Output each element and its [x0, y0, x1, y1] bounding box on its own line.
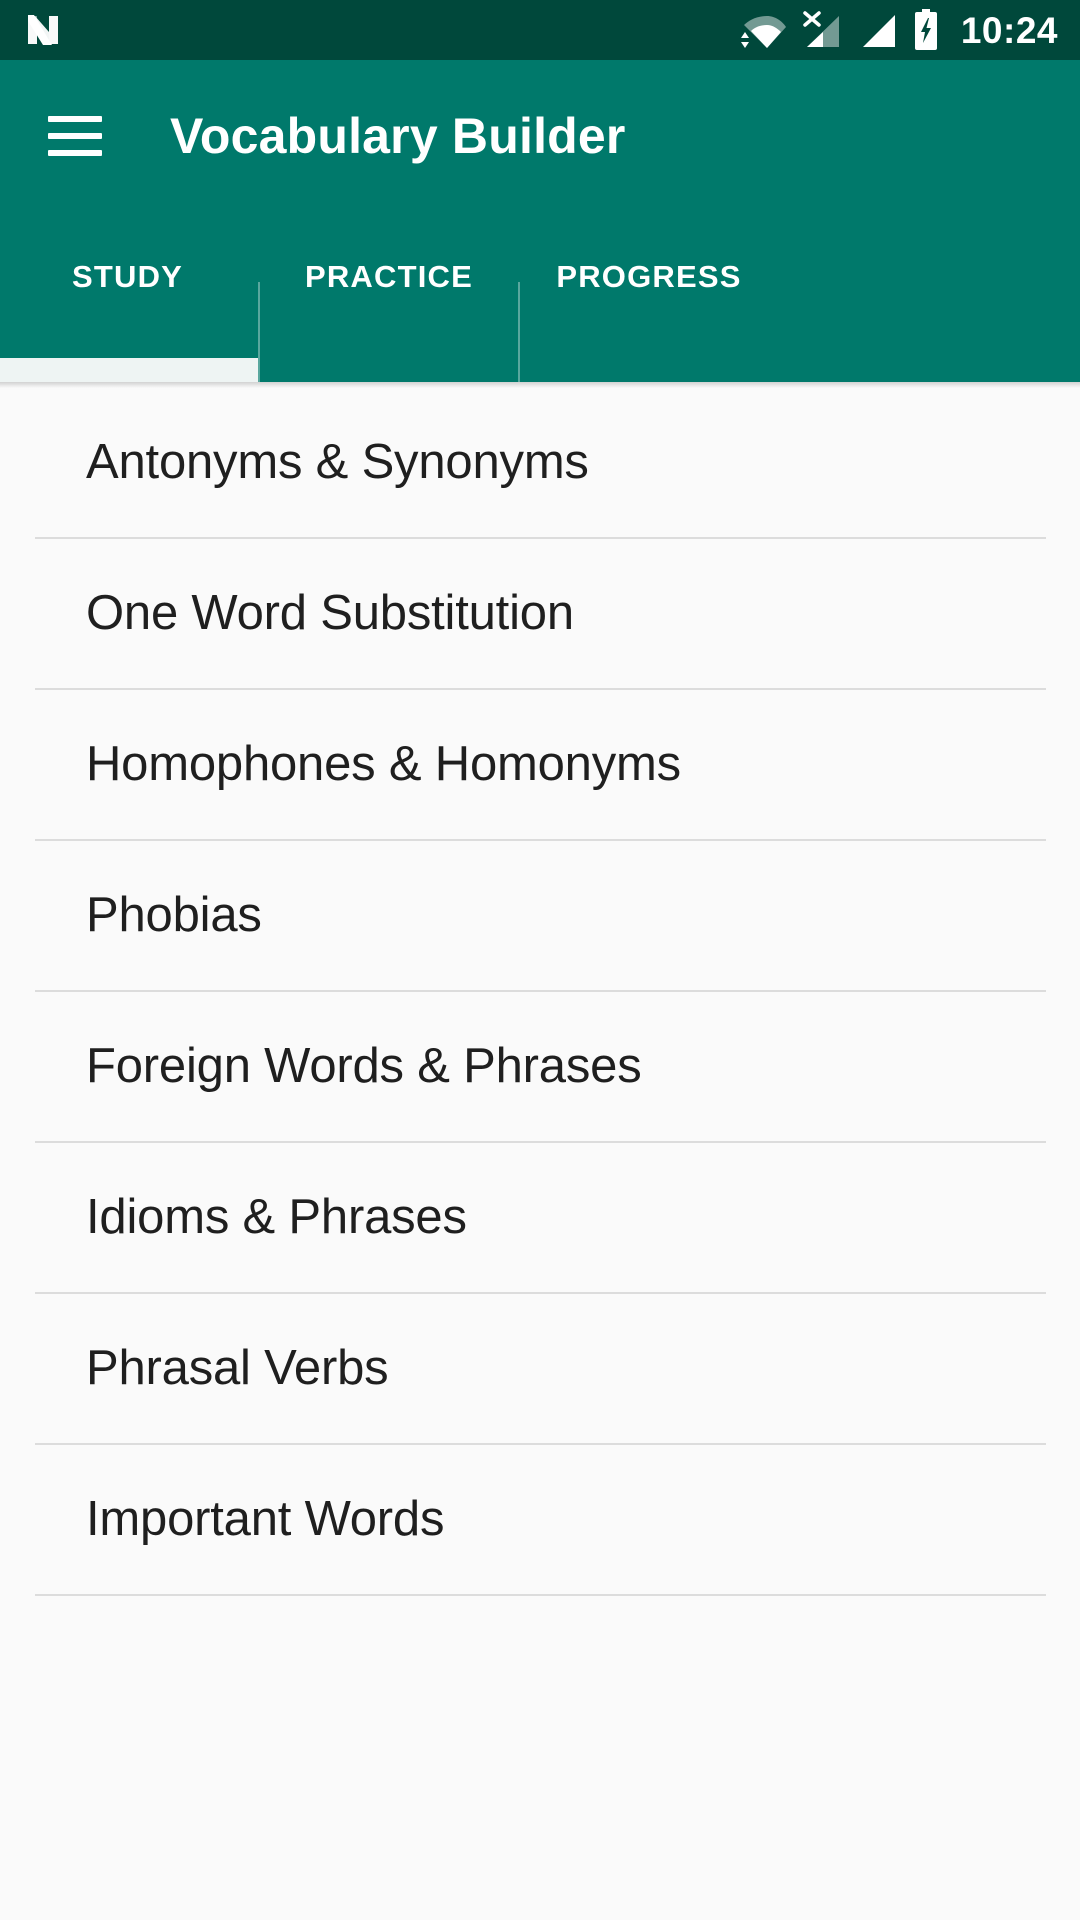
hamburger-bar-1: [48, 116, 102, 122]
cellular-signal-icon: [857, 10, 899, 50]
list-item[interactable]: Important Words: [0, 1445, 1080, 1594]
status-bar-left: [24, 11, 62, 49]
status-bar: 10:24: [0, 0, 1080, 60]
page-title: Vocabulary Builder: [170, 108, 626, 164]
android-nougat-logo-icon: [24, 11, 62, 49]
list-item[interactable]: Foreign Words & Phrases: [0, 992, 1080, 1141]
tab-progress[interactable]: PROGRESS: [520, 212, 778, 382]
status-bar-clock: 10:24: [960, 9, 1058, 51]
tab-bar: STUDY PRACTICE PROGRESS: [0, 212, 1080, 382]
tab-active-indicator: [0, 358, 258, 382]
list-item-label: Important Words: [86, 1492, 445, 1546]
list-item[interactable]: Idioms & Phrases: [0, 1143, 1080, 1292]
list-item[interactable]: Phrasal Verbs: [0, 1294, 1080, 1443]
tab-practice-label: PRACTICE: [304, 258, 474, 294]
list-item-label: One Word Substitution: [86, 586, 574, 640]
list-item-label: Phrasal Verbs: [86, 1341, 389, 1395]
wifi-icon: [740, 10, 787, 50]
list-item[interactable]: Phobias: [0, 841, 1080, 990]
app-bar: Vocabulary Builder: [0, 60, 1080, 212]
list-divider: [35, 1594, 1046, 1596]
list-item[interactable]: Homophones & Homonyms: [0, 690, 1080, 839]
battery-charging-icon: [913, 9, 939, 51]
list-item-label: Phobias: [86, 888, 262, 942]
hamburger-bar-2: [48, 133, 102, 139]
study-topic-list: Antonyms & Synonyms One Word Substitutio…: [0, 388, 1080, 1596]
tab-study[interactable]: STUDY: [0, 212, 258, 382]
list-item-label: Foreign Words & Phrases: [86, 1039, 642, 1093]
status-bar-right: 10:24: [740, 9, 1058, 51]
list-item-label: Homophones & Homonyms: [86, 737, 681, 791]
no-sim-signal-icon: [801, 10, 843, 50]
tab-study-label: STUDY: [72, 258, 184, 294]
tab-progress-label: PROGRESS: [556, 258, 742, 294]
list-item-label: Idioms & Phrases: [86, 1190, 467, 1244]
list-item[interactable]: One Word Substitution: [0, 539, 1080, 688]
list-item[interactable]: Antonyms & Synonyms: [0, 388, 1080, 537]
tab-practice[interactable]: PRACTICE: [260, 212, 518, 382]
hamburger-bar-3: [48, 150, 102, 156]
hamburger-menu-icon[interactable]: [48, 116, 102, 156]
list-item-label: Antonyms & Synonyms: [86, 435, 589, 489]
